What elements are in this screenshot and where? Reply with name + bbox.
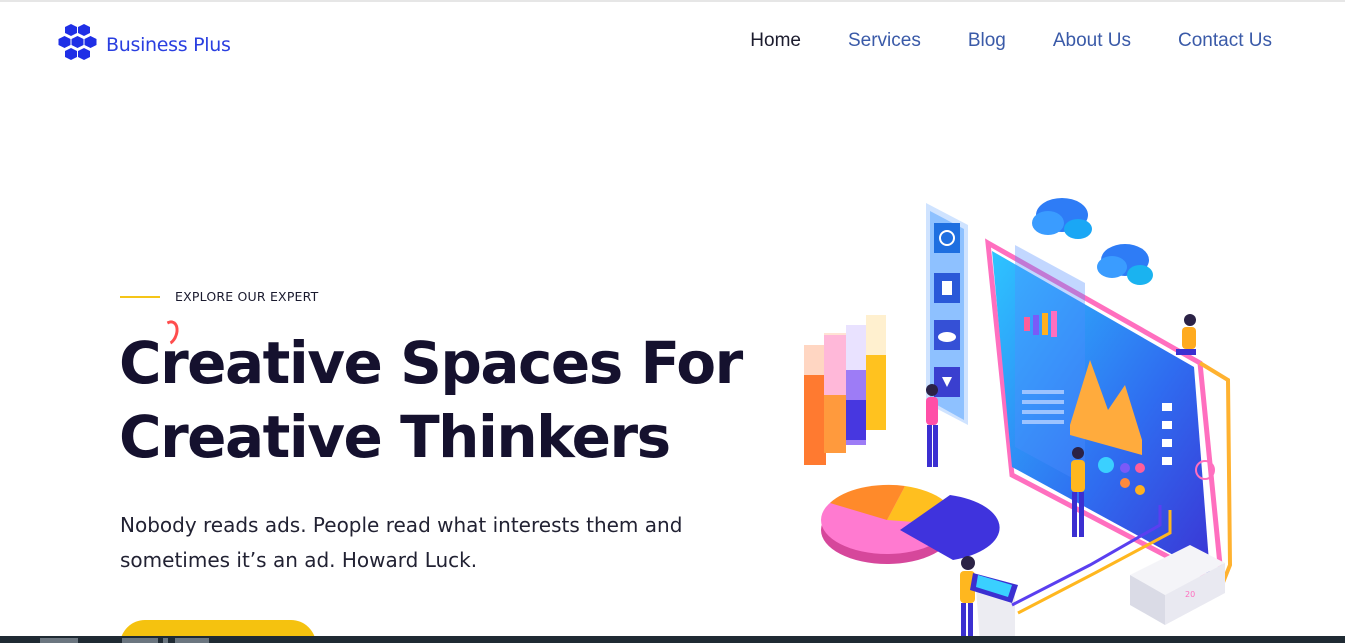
nav-home[interactable]: Home <box>750 30 801 52</box>
brand-logo[interactable]: Business Plus <box>58 22 231 62</box>
main-nav: Home Services Blog About Us Contact Us <box>703 30 1272 52</box>
cloud-icon <box>1032 198 1092 239</box>
nav-blog[interactable]: Blog <box>968 30 1006 52</box>
taskbar-item[interactable] <box>122 638 158 643</box>
dashboard-screen <box>985 238 1225 590</box>
top-border <box>0 0 1345 2</box>
brand-name: Business Plus <box>106 34 231 56</box>
honeycomb-logo-icon <box>58 24 97 60</box>
cloud-icon <box>1097 244 1153 285</box>
nav-services[interactable]: Services <box>848 30 921 52</box>
taskbar-item[interactable] <box>163 638 168 643</box>
pie-chart-3d <box>821 484 1000 564</box>
person-figure <box>1071 447 1085 537</box>
hero-headline: Creative Spaces For Creative Thinkers <box>119 326 779 474</box>
headline-line-1: Creative Spaces For <box>119 329 743 397</box>
nav-contact-us[interactable]: Contact Us <box>1178 30 1272 52</box>
server-box: 20 <box>1130 545 1225 625</box>
eyebrow-text: EXPLORE OUR EXPERT <box>175 289 319 304</box>
hero-eyebrow: EXPLORE OUR EXPERT <box>120 289 318 304</box>
taskbar-item[interactable] <box>40 638 78 643</box>
person-figure <box>960 556 975 643</box>
taskbar-item[interactable] <box>175 638 209 643</box>
hero-quote: Nobody reads ads. People read what inter… <box>120 508 720 578</box>
quote-line-2: sometimes it’s an ad. Howard Luck. <box>120 548 478 572</box>
hero-illustration: 20 <box>804 198 1233 643</box>
quote-line-1: Nobody reads ads. People read what inter… <box>120 513 683 537</box>
headline-line-2: Creative Thinkers <box>119 403 671 471</box>
eyebrow-accent-line <box>120 295 160 298</box>
stacked-blocks-chart <box>804 315 886 465</box>
nav-about-us[interactable]: About Us <box>1053 30 1131 52</box>
kiosk-terminal <box>970 573 1018 643</box>
svg-text:20: 20 <box>1185 590 1195 599</box>
